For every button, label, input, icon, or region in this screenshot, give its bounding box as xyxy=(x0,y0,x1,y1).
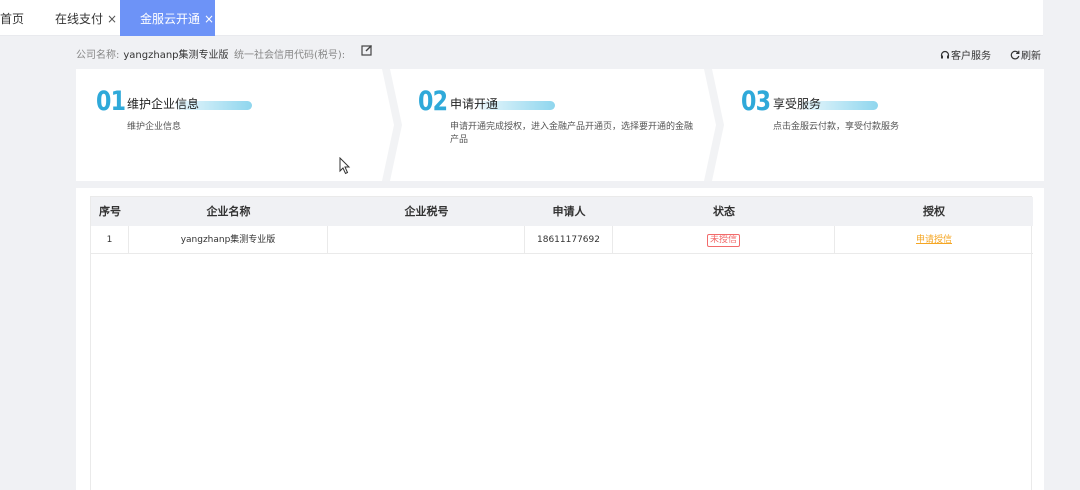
table-header: 序号 企业名称 企业税号 申请人 状态 授权 xyxy=(91,197,1033,226)
col-header-authorization: 授权 xyxy=(923,205,945,218)
cell-applicant: 18611177692 xyxy=(525,226,613,254)
company-info: 公司名称: yangzhanp集测专业版 xyxy=(76,46,229,61)
step-separator xyxy=(382,69,402,181)
step-2-desc: 申请开通完成授权，进入金融产品开通页，选择要开通的金融产品 xyxy=(450,122,694,145)
col-header-applicant: 申请人 xyxy=(552,205,586,218)
cell-tax-id xyxy=(328,226,525,254)
step-3-desc: 点击金服云付款，享受付款服务 xyxy=(773,122,900,132)
step-1-title: 维护企业信息 xyxy=(127,97,200,111)
col-header-status: 状态 xyxy=(713,205,735,218)
company-info-bar: 公司名称: yangzhanp集测专业版 统一社会信用代码(税号): 客户服务 刷… xyxy=(0,38,1080,66)
customer-service-button[interactable]: 客户服务 xyxy=(940,47,991,62)
status-badge: 未授信 xyxy=(706,234,740,247)
table-panel: 序号 企业名称 企业税号 申请人 状态 授权 1 yangzhanp集测专业版 … xyxy=(76,188,1044,490)
step-2-number: 02 xyxy=(418,86,448,117)
step-1-desc: 维护企业信息 xyxy=(127,122,182,132)
step-3-number: 03 xyxy=(741,86,771,117)
col-header-company: 企业名称 xyxy=(206,205,251,218)
col-header-tax-id: 企业税号 xyxy=(404,205,449,218)
step-3: 03 享受服务 点击金服云付款，享受付款服务 xyxy=(741,69,1041,181)
edit-icon[interactable] xyxy=(361,44,373,56)
mouse-cursor-icon xyxy=(339,157,351,175)
credit-code-label: 统一社会信用代码(税号): xyxy=(234,50,346,61)
tab-online-payment[interactable]: 在线支付 × xyxy=(55,0,117,36)
close-icon[interactable]: × xyxy=(107,12,117,26)
cell-authorization: 申请授信 xyxy=(835,226,1033,254)
refresh-icon xyxy=(1010,50,1020,60)
close-icon[interactable]: × xyxy=(204,12,214,26)
step-separator xyxy=(704,69,724,181)
refresh-label: 刷新 xyxy=(1021,51,1041,62)
tab-jinfuyun-open[interactable]: 金服云开通 × xyxy=(120,0,215,36)
cell-index: 1 xyxy=(91,226,129,254)
step-2: 02 申请开通 申请开通完成授权，进入金融产品开通页，选择要开通的金融产品 xyxy=(418,69,718,181)
step-3-title: 享受服务 xyxy=(773,97,822,111)
company-name-label: 公司名称: xyxy=(76,50,120,61)
step-2-title: 申请开通 xyxy=(450,97,499,111)
step-1-number: 01 xyxy=(96,86,126,117)
tab-online-payment-label: 在线支付 xyxy=(55,12,104,26)
tab-jinfuyun-open-label: 金服云开通 xyxy=(140,12,201,26)
application-table: 序号 企业名称 企业税号 申请人 状态 授权 1 yangzhanp集测专业版 … xyxy=(90,196,1033,490)
company-name-value: yangzhanp集测专业版 xyxy=(123,50,229,61)
tab-home-label: 首页 xyxy=(0,12,25,26)
refresh-button[interactable]: 刷新 xyxy=(1010,47,1041,62)
cell-status: 未授信 xyxy=(613,226,835,254)
steps-panel: 01 维护企业信息 维护企业信息 02 申请开通 申请开通完成授权，进入金融产品… xyxy=(76,69,1044,181)
table-row: 1 yangzhanp集测专业版 18611177692 未授信 申请授信 xyxy=(91,226,1033,254)
customer-service-label: 客户服务 xyxy=(951,51,991,62)
tab-home[interactable]: 首页 xyxy=(0,0,24,36)
col-header-index: 序号 xyxy=(99,205,121,218)
tab-bar: 首页 在线支付 × 金服云开通 × xyxy=(0,0,1043,36)
cell-company: yangzhanp集测专业版 xyxy=(129,226,328,254)
apply-credit-link[interactable]: 申请授信 xyxy=(916,235,952,245)
headset-icon xyxy=(940,50,950,59)
